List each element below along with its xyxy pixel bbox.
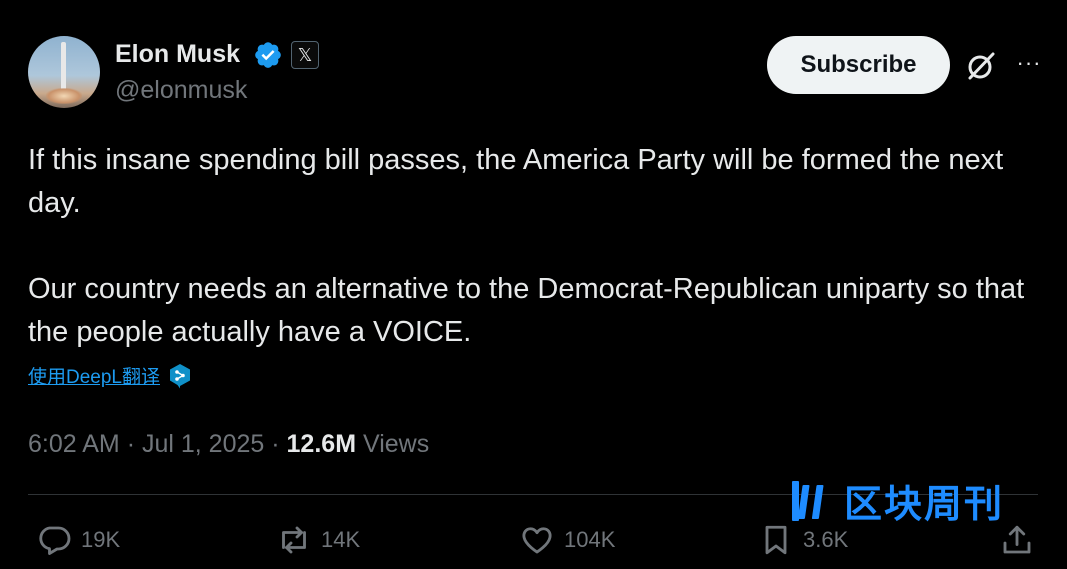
views-count[interactable]: 12.6M <box>287 430 356 458</box>
author-handle[interactable]: @elonmusk <box>115 76 247 105</box>
like-button[interactable]: 104K <box>519 520 615 560</box>
repost-icon <box>282 526 306 554</box>
heart-icon <box>522 527 552 554</box>
share-icon <box>1003 525 1031 554</box>
like-count: 104K <box>564 527 616 552</box>
repost-count: 14K <box>321 527 361 552</box>
x-affiliation-badge[interactable]: 𝕏 <box>291 41 319 69</box>
views-label: Views <box>362 430 430 458</box>
bookmark-count: 3.6K <box>803 527 849 552</box>
author-name[interactable]: Elon Musk <box>115 40 240 69</box>
watermark-logo-icon <box>792 481 824 521</box>
repost-button[interactable]: 14K <box>276 520 360 560</box>
bookmark-icon <box>765 525 787 555</box>
bookmark-button[interactable]: 3.6K <box>758 520 848 560</box>
reply-button[interactable]: 19K <box>36 520 120 560</box>
reply-icon <box>39 526 71 555</box>
reply-count: 19K <box>81 527 121 552</box>
translate-link[interactable]: 使用DeepL翻译 <box>28 362 192 389</box>
translate-label: 使用DeepL翻译 <box>28 367 160 388</box>
meta-separator: · <box>126 430 136 458</box>
tweet-text: If this insane spending bill passes, the… <box>28 139 1038 354</box>
tweet-paragraph: Our country needs an alternative to the … <box>28 273 1025 348</box>
tweet-date[interactable]: Jul 1, 2025 <box>142 430 264 458</box>
avatar-plume-shape <box>46 88 82 104</box>
avatar-rocket-shape <box>61 42 66 92</box>
watermark: 区块周刊 <box>788 473 1048 527</box>
verified-badge-icon[interactable] <box>253 40 283 70</box>
meta-separator: · <box>271 430 280 458</box>
deepl-icon <box>170 363 190 388</box>
tweet-meta: 6:02 AM · Jul 1, 2025 · 12.6M Views <box>28 430 429 459</box>
grok-icon[interactable] <box>964 49 998 83</box>
tweet-paragraph: If this insane spending bill passes, the… <box>28 144 1004 219</box>
share-button[interactable] <box>999 520 1044 560</box>
avatar[interactable] <box>28 36 100 108</box>
tweet-time[interactable]: 6:02 AM <box>28 430 120 458</box>
subscribe-button[interactable]: Subscribe <box>767 36 950 94</box>
more-icon[interactable]: ··· <box>1012 50 1046 80</box>
watermark-text: 区块周刊 <box>844 481 1005 526</box>
x-logo-icon: 𝕏 <box>297 44 313 65</box>
